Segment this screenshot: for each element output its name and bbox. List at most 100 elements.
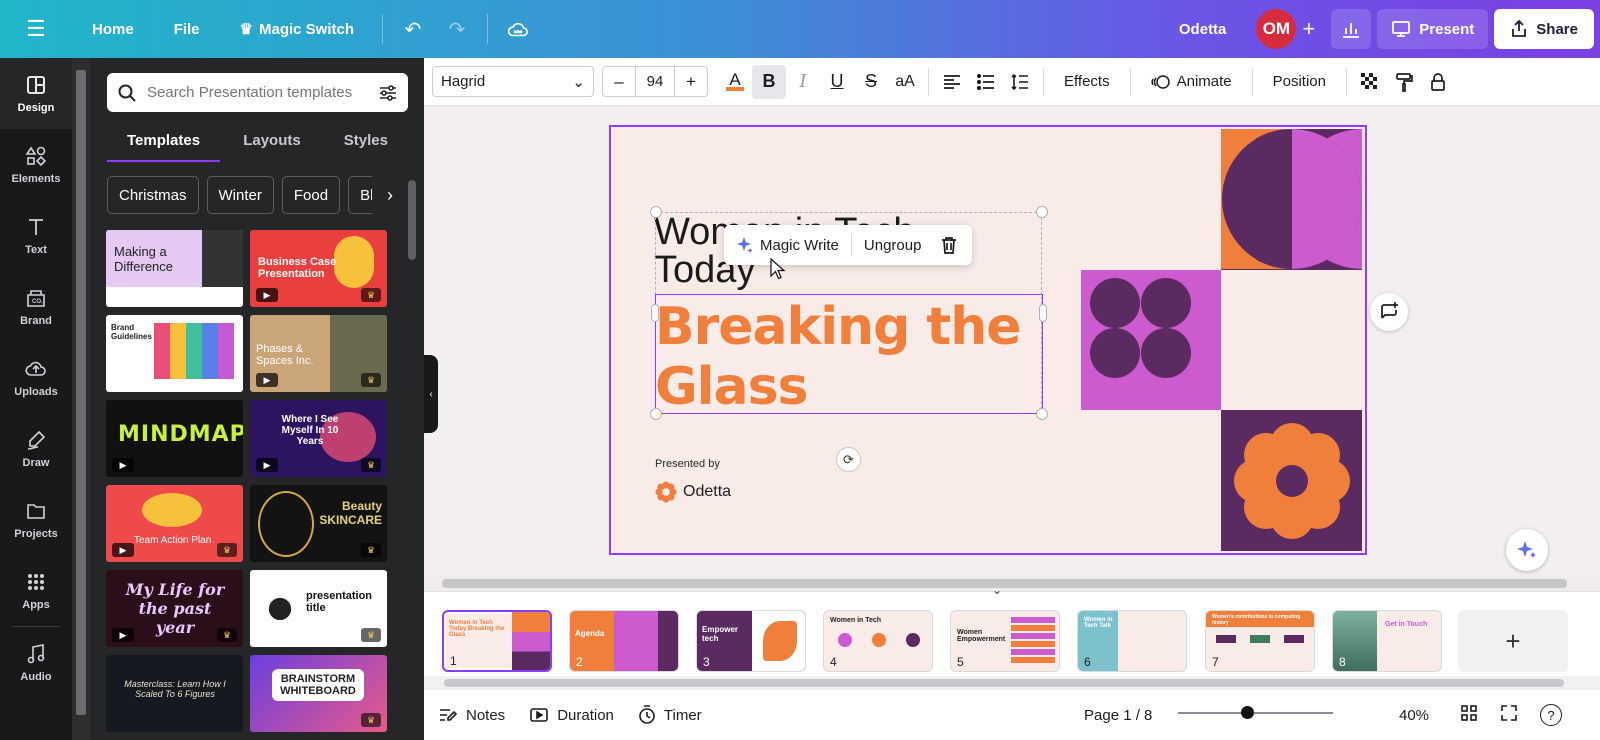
slide-graphics[interactable] <box>1081 127 1365 553</box>
page-thumbnail[interactable]: Get in Touch 8 <box>1332 610 1442 672</box>
rail-projects[interactable]: Projects <box>0 484 72 555</box>
scrollbar-thumb[interactable] <box>408 180 416 260</box>
page-indicator[interactable]: Page 1 / 8 <box>1084 707 1152 724</box>
share-button[interactable]: Share <box>1494 9 1594 49</box>
effects-button[interactable]: Effects <box>1050 73 1124 90</box>
help-icon[interactable]: ? <box>1540 704 1562 726</box>
undo-icon[interactable]: ↶ <box>391 17 435 42</box>
magic-assistant-icon[interactable] <box>1506 529 1548 571</box>
chip-winter[interactable]: Winter <box>206 176 274 214</box>
grid-view-icon[interactable] <box>1460 704 1478 726</box>
home-button[interactable]: Home <box>72 21 154 38</box>
rail-brand[interactable]: CO. Brand <box>0 271 72 342</box>
resize-handle[interactable] <box>651 304 659 322</box>
search-box[interactable] <box>107 73 408 112</box>
file-menu-button[interactable]: File <box>154 21 220 38</box>
underline-icon[interactable]: U <box>820 65 854 99</box>
animate-button[interactable]: Animate <box>1137 73 1246 91</box>
template-card[interactable]: Where I See Myself In 10 Years ▶ ♛ <box>250 400 387 477</box>
collapse-panel-icon[interactable]: ‹ <box>424 355 438 433</box>
notes-button[interactable]: Notes <box>424 706 517 724</box>
scrollbar-thumb[interactable] <box>444 679 1564 687</box>
scrollbar-thumb[interactable] <box>442 579 1567 588</box>
add-comment-icon[interactable] <box>1370 293 1408 331</box>
line-spacing-icon[interactable] <box>1003 65 1037 99</box>
timer-button[interactable]: Timer <box>626 705 714 725</box>
page-thumbnail[interactable]: Women Empowerment 5 <box>950 610 1060 672</box>
letter-case-icon[interactable]: aA <box>888 65 922 99</box>
rotate-icon[interactable]: ⟳ <box>836 447 861 472</box>
resize-handle[interactable] <box>650 206 662 218</box>
rail-uploads[interactable]: Uploads <box>0 342 72 413</box>
transparency-icon[interactable] <box>1353 65 1387 99</box>
template-card[interactable]: Brand Guidelines <box>106 315 243 392</box>
duration-button[interactable]: Duration <box>517 706 626 724</box>
trash-icon[interactable] <box>933 236 965 254</box>
rail-design[interactable]: Design <box>0 58 72 129</box>
paint-roller-icon[interactable] <box>1387 65 1421 99</box>
tab-styles[interactable]: Styles <box>324 124 408 160</box>
scrollbar-thumb[interactable] <box>76 70 86 715</box>
resize-handle[interactable] <box>1036 408 1048 420</box>
position-button[interactable]: Position <box>1259 73 1340 90</box>
template-card[interactable]: Making a Difference <box>106 230 243 307</box>
zoom-level[interactable]: 40% <box>1399 707 1429 724</box>
page-thumbnail[interactable]: Empower tech 3 <box>696 610 806 672</box>
lock-icon[interactable] <box>1421 65 1455 99</box>
rail-elements[interactable]: Elements <box>0 129 72 200</box>
text-color-icon[interactable]: A <box>718 65 752 99</box>
increase-size-button[interactable]: + <box>675 72 707 92</box>
rail-audio[interactable]: Audio <box>0 627 72 698</box>
resize-handle[interactable] <box>1039 304 1047 322</box>
avatar[interactable]: OM <box>1256 9 1297 49</box>
template-card[interactable]: BRAINSTORM WHITEBOARD ♛ <box>250 655 387 732</box>
list-icon[interactable] <box>969 65 1003 99</box>
panel-scrollbar[interactable] <box>72 58 90 740</box>
user-name[interactable]: Odetta <box>1159 21 1247 38</box>
brand-logo[interactable]: Odetta <box>655 481 731 503</box>
page-thumbnail[interactable]: Women in Tech Talk 6 <box>1077 610 1187 672</box>
font-size-value[interactable]: 94 <box>635 66 675 97</box>
search-input[interactable] <box>147 84 368 101</box>
insights-chart-icon[interactable] <box>1331 9 1372 49</box>
pages-scrollbar[interactable] <box>424 676 1600 690</box>
zoom-slider[interactable] <box>1178 712 1333 714</box>
template-card[interactable]: Phases & Spaces Inc. ▶ ♛ <box>250 315 387 392</box>
template-card[interactable]: Masterclass: Learn How I Scaled To 6 Fig… <box>106 655 243 732</box>
rail-apps[interactable]: Apps <box>0 555 72 626</box>
menu-icon[interactable]: ☰ <box>0 16 72 42</box>
align-left-icon[interactable] <box>935 65 969 99</box>
chevron-down-icon[interactable]: ⌄ <box>992 583 1002 597</box>
page-thumbnail[interactable]: Women's contributions to computing histo… <box>1205 610 1315 672</box>
page-thumbnail[interactable]: Agenda 2 <box>569 610 679 672</box>
tab-templates[interactable]: Templates <box>107 124 221 162</box>
ungroup-button[interactable]: Ungroup <box>852 237 934 254</box>
italic-icon[interactable]: I <box>786 65 820 99</box>
strikethrough-icon[interactable]: S <box>854 65 888 99</box>
template-card[interactable]: Team Action Plan ▶ ♛ <box>106 485 243 562</box>
rail-draw[interactable]: Draw <box>0 413 72 484</box>
redo-icon[interactable]: ↷ <box>435 17 479 42</box>
filter-icon[interactable] <box>378 83 398 103</box>
invite-plus-icon[interactable]: + <box>1302 16 1315 42</box>
canvas-horizontal-scrollbar[interactable] <box>424 575 1600 591</box>
chevron-right-icon[interactable]: › <box>372 176 408 214</box>
fullscreen-icon[interactable] <box>1500 704 1518 726</box>
zoom-slider-knob[interactable] <box>1241 706 1254 719</box>
rail-text[interactable]: Text <box>0 200 72 271</box>
tab-layouts[interactable]: Layouts <box>223 124 321 160</box>
page-thumbnail[interactable]: Women in Tech Today Breaking the Glass 1 <box>442 610 552 672</box>
resize-handle[interactable] <box>650 408 662 420</box>
template-card[interactable]: My Life for the past year ▶ ♛ <box>106 570 243 647</box>
chip-christmas[interactable]: Christmas <box>107 176 199 214</box>
template-card[interactable]: presentation title ♛ <box>250 570 387 647</box>
page-thumbnail[interactable]: Women in Tech 4 <box>823 610 933 672</box>
add-page-button[interactable]: + <box>1458 610 1568 672</box>
magic-write-button[interactable]: Magic Write <box>724 236 851 254</box>
template-card[interactable]: Beauty SKINCARE ♛ <box>250 485 387 562</box>
chip-food[interactable]: Food <box>281 176 341 214</box>
presented-by-label[interactable]: Presented by <box>655 458 720 470</box>
cloud-save-icon[interactable] <box>496 20 540 38</box>
present-button[interactable]: Present <box>1377 9 1489 49</box>
template-card[interactable]: Business Case Presentation ▶ ♛ <box>250 230 387 307</box>
